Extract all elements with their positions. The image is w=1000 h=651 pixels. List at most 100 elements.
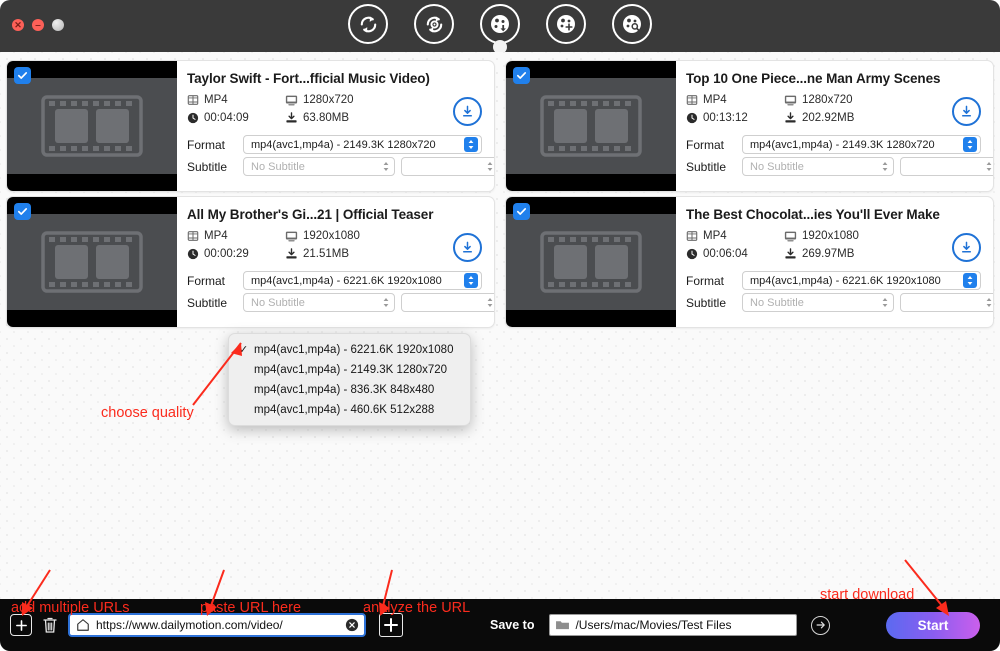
subtitle-secondary-select[interactable] <box>401 293 495 312</box>
download-item-button[interactable] <box>453 97 482 126</box>
download-arrow-icon <box>959 240 974 255</box>
download-reel-icon-button[interactable] <box>480 4 520 44</box>
download-item-button[interactable] <box>952 97 981 126</box>
format-select[interactable]: mp4(avc1,mp4a) - 6221.6K 1920x1080 <box>243 271 482 290</box>
subtitle-secondary-stepper-icon[interactable] <box>983 295 994 311</box>
stepper-arrows-icon <box>985 297 993 308</box>
subtitle-secondary-stepper-icon[interactable] <box>983 159 994 175</box>
quality-option-label: mp4(avc1,mp4a) - 836.3K 848x480 <box>254 384 434 396</box>
video-thumbnail[interactable] <box>506 197 676 327</box>
meta-duration: 00:13:12 <box>686 112 784 124</box>
format-select[interactable]: mp4(avc1,mp4a) - 2149.3K 1280x720 <box>243 135 482 154</box>
convert-icon-button[interactable] <box>348 4 388 44</box>
video-info: The Best Chocolat...ies You'll Ever Make… <box>676 197 993 327</box>
quality-option[interactable]: mp4(avc1,mp4a) - 2149.3K 1280x720 <box>229 360 470 380</box>
home-icon <box>76 618 90 632</box>
stepper-arrows-icon <box>382 161 390 172</box>
arrow-right-icon <box>815 619 827 631</box>
file-format-icon <box>686 230 698 242</box>
video-select-checkbox[interactable] <box>14 67 31 84</box>
format-stepper-icon[interactable] <box>464 137 478 152</box>
video-select-checkbox[interactable] <box>513 203 530 220</box>
meta-filesize-value: 269.97MB <box>802 248 854 260</box>
quality-option[interactable]: ✓ mp4(avc1,mp4a) - 6221.6K 1920x1080 <box>229 339 470 360</box>
burn-disc-icon-button[interactable] <box>414 4 454 44</box>
subtitle-stepper-icon[interactable] <box>380 295 392 311</box>
subtitle-stepper-icon[interactable] <box>380 159 392 175</box>
open-folder-button[interactable] <box>811 616 830 635</box>
quality-option[interactable]: mp4(avc1,mp4a) - 836.3K 848x480 <box>229 380 470 400</box>
meta-duration-value: 00:00:29 <box>204 248 249 260</box>
subtitle-secondary-select[interactable] <box>900 157 994 176</box>
video-thumbnail-placeholder-icon <box>538 231 644 293</box>
url-input-value[interactable]: https://www.dailymotion.com/video/ <box>96 618 339 632</box>
quality-dropdown-menu[interactable]: ✓ mp4(avc1,mp4a) - 6221.6K 1920x1080 mp4… <box>228 333 471 426</box>
subtitle-select-value: No Subtitle <box>750 297 879 309</box>
subtitle-select[interactable]: No Subtitle <box>243 293 395 312</box>
format-select[interactable]: mp4(avc1,mp4a) - 6221.6K 1920x1080 <box>742 271 981 290</box>
subtitle-select-value: No Subtitle <box>251 161 380 173</box>
check-icon <box>516 206 527 217</box>
annotation-arrow-start-download <box>895 558 965 624</box>
video-thumbnail-placeholder-icon <box>39 231 145 293</box>
video-card[interactable]: The Best Chocolat...ies You'll Ever Make… <box>505 196 994 328</box>
meta-format: MP4 <box>686 94 784 106</box>
subtitle-select[interactable]: No Subtitle <box>243 157 395 176</box>
save-to-label: Save to <box>490 618 534 632</box>
video-thumbnail[interactable] <box>7 61 177 191</box>
format-select-value: mp4(avc1,mp4a) - 6221.6K 1920x1080 <box>750 275 963 287</box>
video-thumbnail[interactable] <box>7 197 177 327</box>
reel-tools-icon-button[interactable] <box>546 4 586 44</box>
format-label: Format <box>187 274 237 288</box>
subtitle-secondary-stepper-icon[interactable] <box>484 295 495 311</box>
meta-format-value: MP4 <box>703 230 727 242</box>
subtitle-row: Subtitle No Subtitle <box>686 293 981 312</box>
download-arrow-icon <box>959 104 974 119</box>
format-stepper-icon[interactable] <box>963 137 977 152</box>
format-select[interactable]: mp4(avc1,mp4a) - 2149.3K 1280x720 <box>742 135 981 154</box>
video-card[interactable]: Taylor Swift - Fort...fficial Music Vide… <box>6 60 495 192</box>
main-toolbar <box>0 4 1000 44</box>
annotation-arrow-add-urls <box>10 568 60 620</box>
stepper-arrows-icon <box>966 139 974 150</box>
subtitle-stepper-icon[interactable] <box>879 295 891 311</box>
video-select-checkbox[interactable] <box>513 67 530 84</box>
video-card[interactable]: All My Brother's Gi...21 | Official Teas… <box>6 196 495 328</box>
quality-option[interactable]: mp4(avc1,mp4a) - 460.6K 512x288 <box>229 400 470 420</box>
download-item-button[interactable] <box>453 233 482 262</box>
video-select-checkbox[interactable] <box>14 203 31 220</box>
meta-duration: 00:04:09 <box>187 112 285 124</box>
save-path-value: /Users/mac/Movies/Test Files <box>575 618 731 632</box>
subtitle-stepper-icon[interactable] <box>879 159 891 175</box>
download-item-button[interactable] <box>952 233 981 262</box>
quality-option-label: mp4(avc1,mp4a) - 460.6K 512x288 <box>254 404 434 416</box>
subtitle-select[interactable]: No Subtitle <box>742 293 894 312</box>
check-icon <box>17 206 28 217</box>
resolution-icon <box>784 94 797 106</box>
stepper-arrows-icon <box>486 161 494 172</box>
quality-option-label: mp4(avc1,mp4a) - 2149.3K 1280x720 <box>254 364 447 376</box>
save-path-field[interactable]: /Users/mac/Movies/Test Files <box>549 614 797 636</box>
format-stepper-icon[interactable] <box>963 273 977 288</box>
bottom-toolbar: https://www.dailymotion.com/video/ Save … <box>0 599 1000 651</box>
reel-tools-icon <box>554 12 578 36</box>
format-stepper-icon[interactable] <box>464 273 478 288</box>
clear-url-icon[interactable] <box>345 618 359 632</box>
duration-icon <box>686 248 698 260</box>
subtitle-secondary-stepper-icon[interactable] <box>484 159 495 175</box>
format-label: Format <box>686 274 736 288</box>
meta-resolution-value: 1280x720 <box>303 94 354 106</box>
stepper-arrows-icon <box>966 275 974 286</box>
format-row: Format mp4(avc1,mp4a) - 2149.3K 1280x720 <box>686 135 981 154</box>
video-thumbnail[interactable] <box>506 61 676 191</box>
subtitle-secondary-select[interactable] <box>401 157 495 176</box>
format-row: Format mp4(avc1,mp4a) - 6221.6K 1920x108… <box>686 271 981 290</box>
subtitle-select[interactable]: No Subtitle <box>742 157 894 176</box>
video-card[interactable]: Top 10 One Piece...ne Man Army Scenes MP… <box>505 60 994 192</box>
subtitle-row: Subtitle No Subtitle <box>686 157 981 176</box>
reel-search-icon-button[interactable] <box>612 4 652 44</box>
subtitle-secondary-select[interactable] <box>900 293 994 312</box>
video-title: The Best Chocolat...ies You'll Ever Make <box>686 207 981 222</box>
subtitle-row: Subtitle No Subtitle <box>187 157 482 176</box>
video-info: All My Brother's Gi...21 | Official Teas… <box>177 197 494 327</box>
